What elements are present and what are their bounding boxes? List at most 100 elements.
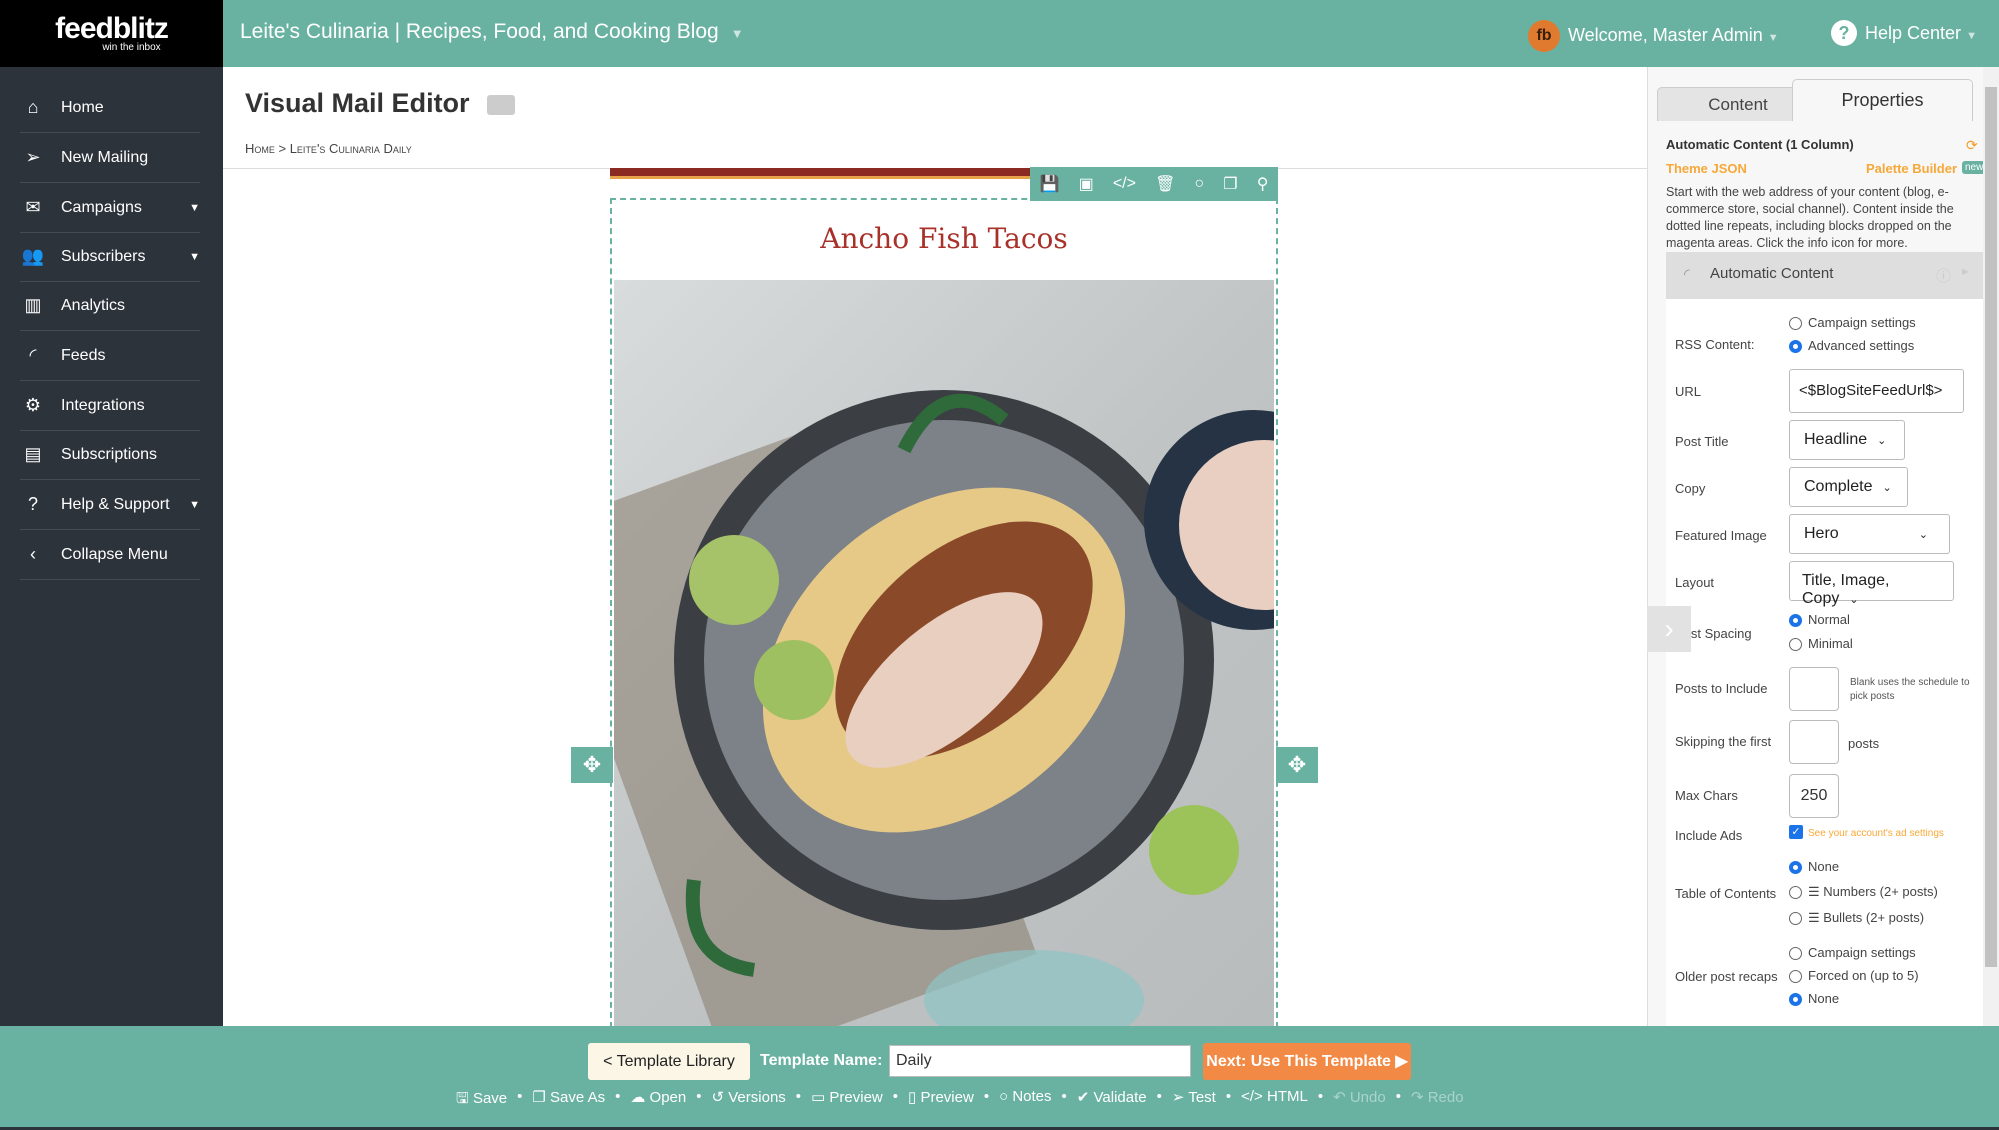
action-label: Versions (728, 1089, 786, 1106)
nav-label: Campaigns (61, 198, 142, 216)
save-as-action[interactable]: ❐ Save As (532, 1088, 605, 1113)
post-title-label: Post Title (1675, 434, 1729, 449)
include-ads-checkbox[interactable]: ✓ (1789, 825, 1803, 839)
ad-settings-link[interactable]: See your account's ad settings (1808, 828, 1944, 839)
post-title-select[interactable]: Headline ⌄ (1789, 420, 1905, 460)
test-action[interactable]: ➢ Test (1172, 1088, 1216, 1113)
posts-to-include-input[interactable] (1789, 667, 1839, 711)
sidebar-item-help-support[interactable]: ? Help & Support ▼ (20, 480, 200, 530)
toc-bullets-radio[interactable]: ☰ Bullets (2+ posts) (1789, 910, 1924, 926)
panel-scrollbar[interactable] (1983, 67, 1999, 1026)
scrollbar-thumb[interactable] (1985, 87, 1997, 967)
toc-none-radio[interactable]: None (1789, 859, 1839, 875)
versions-action[interactable]: ↺ Versions (712, 1088, 786, 1113)
rss-advanced-settings-radio[interactable]: Advanced settings (1789, 338, 1915, 354)
notes-action[interactable]: ○ Notes (999, 1088, 1051, 1113)
users-icon: 👥 (21, 246, 45, 266)
bulleted-list-icon: ☰ (1808, 910, 1824, 925)
recap-campaign-radio[interactable]: Campaign settings (1789, 945, 1916, 961)
sidebar-item-subscriptions[interactable]: ▤ Subscriptions (20, 430, 200, 480)
avatar: fb (1528, 20, 1560, 52)
toc-numbers-radio[interactable]: ☰ Numbers (2+ posts) (1789, 884, 1938, 900)
html-action[interactable]: </> HTML (1241, 1088, 1308, 1113)
sidebar-item-campaigns[interactable]: ✉ Campaigns ▼ (20, 183, 200, 233)
theme-json-link[interactable]: Theme JSON (1666, 161, 1747, 176)
sidebar-item-new-mailing[interactable]: ➢ New Mailing (20, 133, 200, 183)
action-label: Validate (1093, 1089, 1147, 1106)
action-label: HTML (1266, 1088, 1308, 1105)
sidebar-item-subscribers[interactable]: 👥 Subscribers ▼ (20, 232, 200, 282)
action-bar: 🖫 Save • ❐ Save As • ☁ Open • ↺ Versions • ▭… (452, 1088, 1468, 1113)
undo-action[interactable]: ↶ Undo (1333, 1088, 1386, 1113)
action-label: Save As (550, 1089, 606, 1106)
url-input[interactable]: <$BlogSiteFeedUrl$> (1789, 369, 1964, 413)
skip-posts-input[interactable] (1789, 720, 1839, 764)
action-label: Undo (1349, 1089, 1386, 1106)
radio-label: Advanced settings (1808, 338, 1915, 353)
video-camera-icon[interactable] (487, 95, 515, 115)
feedblitz-logo[interactable]: feedblitz win the inbox (0, 0, 223, 67)
nav-label: Subscriptions (61, 445, 158, 463)
comment-icon[interactable]: ○ (1194, 175, 1204, 193)
redo-action[interactable]: ↷ Redo (1411, 1088, 1464, 1113)
toc-label: Table of Contents (1675, 886, 1777, 901)
template-library-button[interactable]: < Template Library (588, 1043, 750, 1080)
code-icon[interactable]: </> (1113, 175, 1136, 193)
properties-panel: Content Properties Automatic Content (1 … (1647, 67, 1987, 1026)
sidebar-item-integrations[interactable]: ⚙ Integrations (20, 381, 200, 431)
info-icon[interactable]: ⓘ (1936, 265, 1951, 286)
featured-image-select[interactable]: Hero ⌄ (1789, 514, 1950, 554)
sidebar-item-analytics[interactable]: ▥ Analytics (20, 281, 200, 331)
breadcrumb[interactable]: Home > Leite's Culinaria Daily (245, 141, 412, 156)
radio-label: Bullets (2+ posts) (1823, 910, 1925, 925)
palette-builder-link[interactable]: Palette Builder (1866, 161, 1957, 176)
include-ads-label: Include Ads (1675, 828, 1743, 843)
sidebar-item-home[interactable]: ⌂ Home (20, 83, 200, 133)
select-value: Hero (1804, 525, 1839, 542)
layout-select[interactable]: Title, Image, Copy ⌄ (1789, 561, 1954, 607)
spacing-normal-radio[interactable]: Normal (1789, 612, 1850, 628)
move-handle-left[interactable]: ✥ (571, 747, 613, 783)
rss-campaign-settings-radio[interactable]: Campaign settings (1789, 315, 1916, 331)
recap-forced-radio[interactable]: Forced on (up to 5) (1789, 968, 1919, 984)
older-recaps-label: Older post recaps (1675, 969, 1778, 984)
url-label: URL (1675, 384, 1702, 399)
template-name-input[interactable]: Daily (889, 1045, 1191, 1077)
max-chars-input[interactable]: 250 (1789, 774, 1839, 818)
validate-action[interactable]: ✔ Validate (1077, 1088, 1147, 1113)
user-menu[interactable]: fb Welcome, Master Admin ▼ (1528, 20, 1779, 52)
save-action[interactable]: 🖫 Save (456, 1088, 507, 1113)
refresh-icon[interactable]: ⟳ (1966, 137, 1978, 154)
chevron-down-icon: ⌄ (1849, 594, 1859, 606)
mobile-preview-action[interactable]: ▯ Preview (908, 1088, 974, 1113)
featured-image[interactable] (614, 280, 1274, 1030)
tab-properties[interactable]: Properties (1792, 79, 1973, 121)
help-center-menu[interactable]: ? Help Center ▼ (1831, 20, 1977, 46)
save-block-icon[interactable]: ▣ (1079, 174, 1094, 194)
open-action[interactable]: ☁ Open (630, 1088, 686, 1113)
panel-toggle-button[interactable]: › (1647, 606, 1691, 652)
nav-label: Analytics (61, 296, 126, 314)
sidebar: ⌂ Home ➢ New Mailing ✉ Campaigns ▼ 👥 Subscrib… (0, 67, 223, 1026)
skipping-label: Skipping the first (1675, 734, 1772, 749)
template-name-label: Template Name: (760, 1052, 883, 1069)
save-icon[interactable]: 💾 (1040, 174, 1060, 194)
copy-select[interactable]: Complete ⌄ (1789, 467, 1908, 507)
nav-label: Home (61, 98, 104, 116)
trash-icon[interactable]: 🗑 (1155, 174, 1175, 194)
automatic-content-section[interactable]: ◜ Automatic Content ⓘ ► (1666, 252, 1984, 299)
move-handle-right[interactable]: ✥ (1276, 747, 1318, 783)
email-content-block[interactable]: Ancho Fish Tacos (610, 198, 1278, 1030)
spacing-minimal-radio[interactable]: Minimal (1789, 636, 1853, 652)
map-marker-icon[interactable]: ⚲ (1257, 174, 1269, 194)
recap-none-radio[interactable]: None (1789, 991, 1839, 1007)
site-selector[interactable]: Leite's Culinaria | Recipes, Food, and C… (240, 20, 744, 44)
copy-icon[interactable]: ❐ (1223, 174, 1237, 194)
desktop-preview-action[interactable]: ▭ Preview (811, 1088, 883, 1113)
collapse-arrow-icon[interactable]: ► (1960, 266, 1971, 278)
post-title[interactable]: Ancho Fish Tacos (612, 222, 1276, 255)
next-use-template-button[interactable]: Next: Use This Template ▶ (1203, 1043, 1411, 1080)
sidebar-item-feeds[interactable]: ◜ Feeds (20, 331, 200, 381)
chevron-right-icon: › (1664, 613, 1674, 644)
sidebar-item-collapse-menu[interactable]: ‹ Collapse Menu (20, 530, 200, 580)
